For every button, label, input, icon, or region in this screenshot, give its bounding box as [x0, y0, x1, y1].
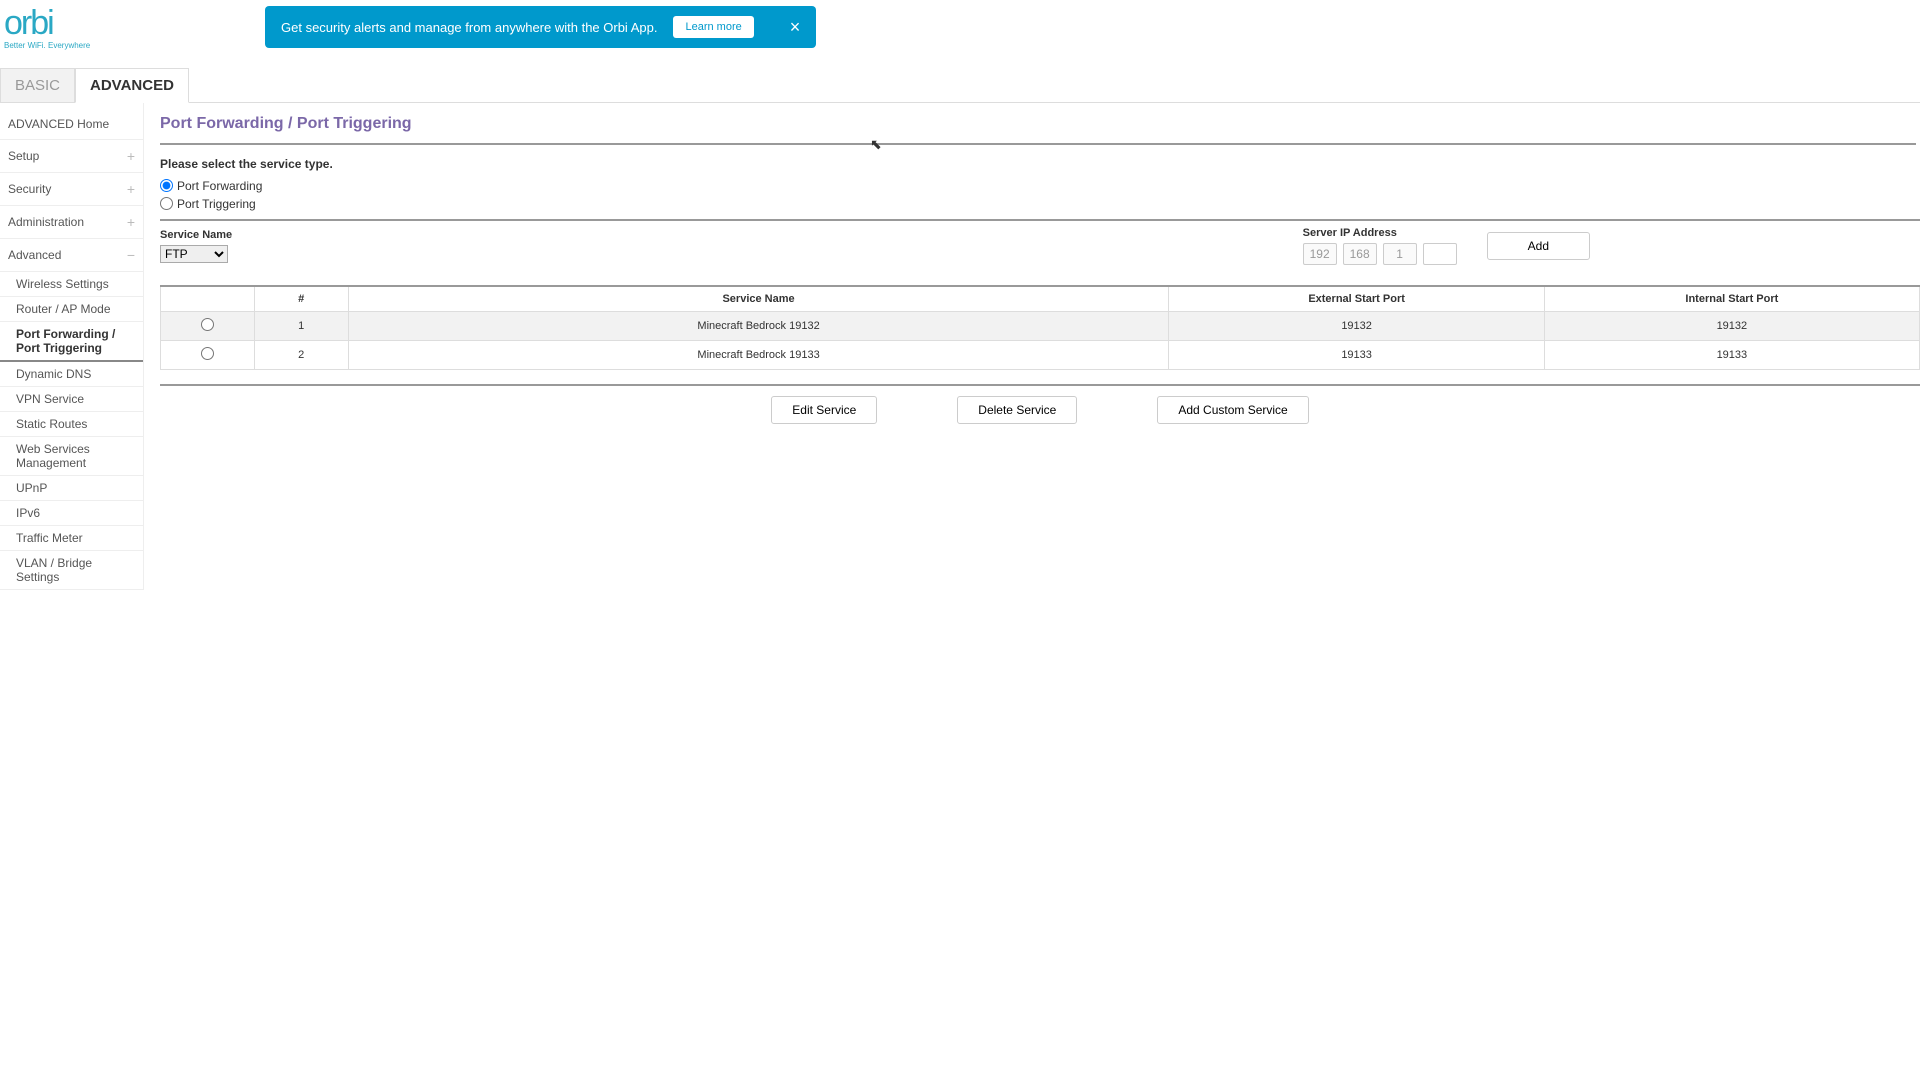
- service-name-group: Service Name FTP: [160, 229, 232, 263]
- delete-service-button[interactable]: Delete Service: [957, 396, 1077, 424]
- services-table: # Service Name External Start Port Inter…: [160, 285, 1920, 370]
- page-title: Port Forwarding / Port Triggering: [160, 115, 1916, 145]
- logo-text: orbi: [4, 8, 53, 39]
- table-row: 2 Minecraft Bedrock 19133 19133 19133: [161, 340, 1920, 369]
- sidebar-sub-wireless[interactable]: Wireless Settings: [0, 272, 143, 297]
- sidebar-item-advanced[interactable]: Advanced −: [0, 239, 143, 272]
- radio-port-triggering[interactable]: [160, 197, 173, 210]
- sidebar-label: Setup: [8, 149, 39, 163]
- banner-text: Get security alerts and manage from anyw…: [281, 20, 657, 35]
- service-name-label: Service Name: [160, 229, 232, 241]
- sidebar-item-security[interactable]: Security +: [0, 173, 143, 206]
- table-header-select: [161, 286, 255, 312]
- row-num: 2: [254, 340, 348, 369]
- server-ip-group: Server IP Address: [1303, 227, 1457, 265]
- row-ext-port: 19133: [1169, 340, 1544, 369]
- row-ext-port: 19132: [1169, 311, 1544, 340]
- sidebar-item-advanced-home[interactable]: ADVANCED Home: [0, 109, 143, 140]
- sidebar-sub-vlan[interactable]: VLAN / Bridge Settings: [0, 551, 143, 590]
- logo-subtext: Better WiFi. Everywhere: [4, 41, 90, 50]
- sidebar-label: Security: [8, 182, 51, 196]
- row-int-port: 19133: [1544, 340, 1919, 369]
- tab-advanced[interactable]: ADVANCED: [75, 68, 189, 103]
- ip-octet-4[interactable]: [1423, 243, 1457, 265]
- learn-more-button[interactable]: Learn more: [673, 16, 753, 38]
- ip-octet-3[interactable]: [1383, 243, 1417, 265]
- edit-service-button[interactable]: Edit Service: [771, 396, 877, 424]
- minus-icon: −: [127, 247, 135, 263]
- plus-icon: +: [127, 148, 135, 164]
- row-select-radio[interactable]: [201, 347, 214, 360]
- add-button[interactable]: Add: [1487, 232, 1590, 260]
- service-name-select[interactable]: FTP: [160, 245, 228, 263]
- table-header-num: #: [254, 286, 348, 312]
- table-row: 1 Minecraft Bedrock 19132 19132 19132: [161, 311, 1920, 340]
- sidebar-label: Administration: [8, 215, 84, 229]
- tab-basic[interactable]: BASIC: [0, 68, 75, 102]
- plus-icon: +: [127, 181, 135, 197]
- sidebar-sub-traffic-meter[interactable]: Traffic Meter: [0, 526, 143, 551]
- sidebar-sub-web-services[interactable]: Web Services Management: [0, 437, 143, 476]
- row-name: Minecraft Bedrock 19133: [348, 340, 1169, 369]
- sidebar-sub-vpn[interactable]: VPN Service: [0, 387, 143, 412]
- plus-icon: +: [127, 214, 135, 230]
- promo-banner: Get security alerts and manage from anyw…: [265, 6, 816, 48]
- row-select-radio[interactable]: [201, 318, 214, 331]
- close-icon[interactable]: ×: [790, 17, 801, 38]
- radio-label: Port Forwarding: [177, 179, 262, 193]
- server-ip-label: Server IP Address: [1303, 227, 1457, 239]
- radio-label: Port Triggering: [177, 197, 256, 211]
- radio-port-triggering-row[interactable]: Port Triggering: [160, 197, 1920, 211]
- table-header-ext-port: External Start Port: [1169, 286, 1544, 312]
- row-num: 1: [254, 311, 348, 340]
- main-tabs: BASIC ADVANCED: [0, 68, 1920, 103]
- sidebar-label: Advanced: [8, 248, 61, 262]
- logo: orbi Better WiFi. Everywhere: [4, 8, 90, 50]
- sidebar-item-setup[interactable]: Setup +: [0, 140, 143, 173]
- sidebar-sub-ddns[interactable]: Dynamic DNS: [0, 362, 143, 387]
- sidebar-label: ADVANCED Home: [8, 117, 109, 131]
- sidebar-sub-static-routes[interactable]: Static Routes: [0, 412, 143, 437]
- sidebar-sub-port-forwarding[interactable]: Port Forwarding / Port Triggering: [0, 322, 143, 362]
- sidebar: ADVANCED Home Setup + Security + Administr…: [0, 103, 144, 590]
- ip-octet-2[interactable]: [1343, 243, 1377, 265]
- add-custom-service-button[interactable]: Add Custom Service: [1157, 396, 1308, 424]
- row-int-port: 19132: [1544, 311, 1919, 340]
- sidebar-item-administration[interactable]: Administration +: [0, 206, 143, 239]
- radio-port-forwarding-row[interactable]: Port Forwarding: [160, 179, 1920, 193]
- radio-port-forwarding[interactable]: [160, 179, 173, 192]
- row-name: Minecraft Bedrock 19132: [348, 311, 1169, 340]
- sidebar-sub-ipv6[interactable]: IPv6: [0, 501, 143, 526]
- ip-octet-1[interactable]: [1303, 243, 1337, 265]
- main-content: Port Forwarding / Port Triggering Please…: [144, 103, 1920, 590]
- sidebar-sub-upnp[interactable]: UPnP: [0, 476, 143, 501]
- select-type-label: Please select the service type.: [160, 157, 1920, 171]
- table-header-name: Service Name: [348, 286, 1169, 312]
- table-header-int-port: Internal Start Port: [1544, 286, 1919, 312]
- sidebar-sub-router-ap[interactable]: Router / AP Mode: [0, 297, 143, 322]
